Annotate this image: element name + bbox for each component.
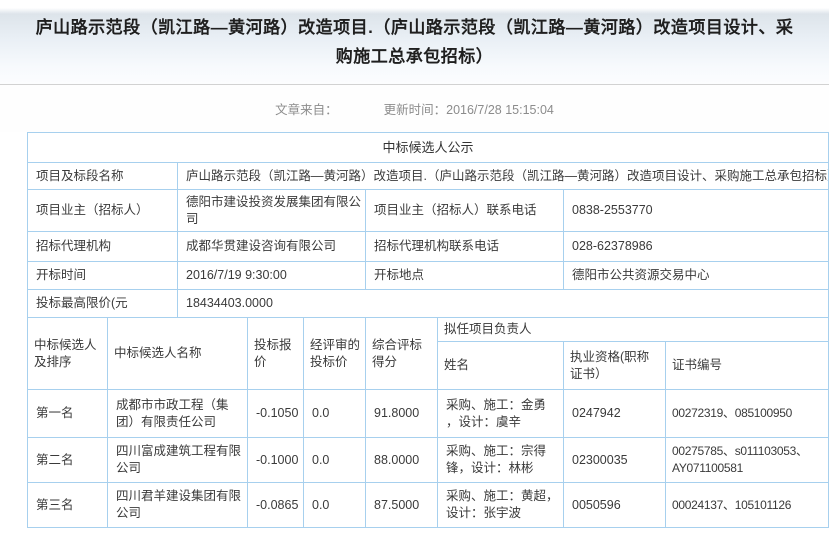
owner-value: 德阳市建设投资发展集团有限公司 [178, 190, 366, 232]
candidate-rank: 第三名 [28, 483, 108, 528]
candidate-score: 87.5000 [366, 483, 438, 528]
max-price-label: 投标最高限价(元 [28, 290, 178, 318]
page-title: 庐山路示范段（凯江路—黄河路）改造项目.（庐山路示范段（凯江路—黄河路）改造项目… [29, 13, 801, 71]
agency-label: 招标代理机构 [28, 232, 178, 262]
agency-phone-value: 028-62378986 [564, 232, 829, 262]
project-name-value: 庐山路示范段（凯江路—黄河路）改造项目.（庐山路示范段（凯江路—黄河路）改造项目… [178, 163, 829, 190]
candidate-evaluated-price: 0.0 [304, 438, 366, 483]
agency-phone-label: 招标代理机构联系电话 [366, 232, 564, 262]
open-time-value: 2016/7/19 9:30:00 [178, 262, 366, 290]
header-cert-no: 证书编号 [666, 342, 829, 390]
candidate-bid-price: -0.1050 [248, 390, 304, 438]
owner-phone-label: 项目业主（招标人）联系电话 [366, 190, 564, 232]
candidate-row: 第二名 四川富成建筑工程有限公司 -0.1000 0.0 88.0000 采购、… [28, 438, 829, 483]
agency-value: 成都华贯建设咨询有限公司 [178, 232, 366, 262]
candidate-manager: 采购、施工：黄超，设计：张宇波 [438, 483, 564, 528]
article-source-label: 文章来自： [275, 99, 338, 118]
owner-phone-value: 0838-2553770 [564, 190, 829, 232]
candidate-score: 88.0000 [366, 438, 438, 483]
header-qualification: 执业资格(职称证书） [564, 342, 666, 390]
header-bid-price: 投标报价 [248, 318, 304, 390]
candidate-row: 第三名 四川君羊建设集团有限公司 -0.0865 0.0 87.5000 采购、… [28, 483, 829, 528]
open-place-label: 开标地点 [366, 262, 564, 290]
max-price-value: 18434403.0000 [178, 290, 829, 318]
candidate-rank: 第一名 [28, 390, 108, 438]
candidate-score: 91.8000 [366, 390, 438, 438]
candidate-bid-price: -0.1000 [248, 438, 304, 483]
candidate-qualification: 0247942 [564, 390, 666, 438]
candidate-company: 四川富成建筑工程有限公司 [108, 438, 248, 483]
candidate-qualification: 0050596 [564, 483, 666, 528]
header-score: 综合评标得分 [366, 318, 438, 390]
announcement-info-table: 中标候选人公示 项目及标段名称 庐山路示范段（凯江路—黄河路）改造项目.（庐山路… [27, 132, 829, 318]
page-header: 庐山路示范段（凯江路—黄河路）改造项目.（庐山路示范段（凯江路—黄河路）改造项目… [0, 0, 829, 85]
project-name-label: 项目及标段名称 [28, 163, 178, 190]
candidate-evaluated-price: 0.0 [304, 390, 366, 438]
page: 庐山路示范段（凯江路—黄河路）改造项目.（庐山路示范段（凯江路—黄河路）改造项目… [0, 0, 829, 528]
header-manager-group: 拟任项目负责人 [438, 318, 829, 342]
announcement-section: 中标候选人公示 项目及标段名称 庐山路示范段（凯江路—黄河路）改造项目.（庐山路… [27, 132, 828, 528]
header-evaluated-price: 经评审的投标价 [304, 318, 366, 390]
owner-label: 项目业主（招标人） [28, 190, 178, 232]
candidate-bid-price: -0.0865 [248, 483, 304, 528]
candidate-rank: 第二名 [28, 438, 108, 483]
open-place-value: 德阳市公共资源交易中心 [564, 262, 829, 290]
header-rank: 中标候选人及排序 [28, 318, 108, 390]
candidate-cert-no: 00275785、s011103053、AY071100581 [666, 438, 829, 483]
candidate-manager: 采购、施工：金勇 ，设计：虞辛 [438, 390, 564, 438]
updated-time-label: 更新时间：2016/7/28 15:15:04 [384, 99, 554, 118]
header-manager-name: 姓名 [438, 342, 564, 390]
candidate-company: 成都市市政工程（集团）有限责任公司 [108, 390, 248, 438]
candidate-qualification: 02300035 [564, 438, 666, 483]
candidates-table: 中标候选人及排序 中标候选人名称 投标报价 经评审的投标价 综合评标得分 拟任项… [27, 317, 829, 528]
open-time-label: 开标时间 [28, 262, 178, 290]
candidate-cert-no: 00272319、085100950 [666, 390, 829, 438]
announcement-table-title: 中标候选人公示 [28, 133, 829, 163]
meta-bar: 文章来自： 更新时间：2016/7/28 15:15:04 [0, 85, 829, 132]
candidate-row: 第一名 成都市市政工程（集团）有限责任公司 -0.1050 0.0 91.800… [28, 390, 829, 438]
candidate-evaluated-price: 0.0 [304, 483, 366, 528]
candidate-cert-no: 00024137、105101126 [666, 483, 829, 528]
header-candidate-name: 中标候选人名称 [108, 318, 248, 390]
candidate-manager: 采购、施工：宗得锋，设计：林彬 [438, 438, 564, 483]
candidate-company: 四川君羊建设集团有限公司 [108, 483, 248, 528]
